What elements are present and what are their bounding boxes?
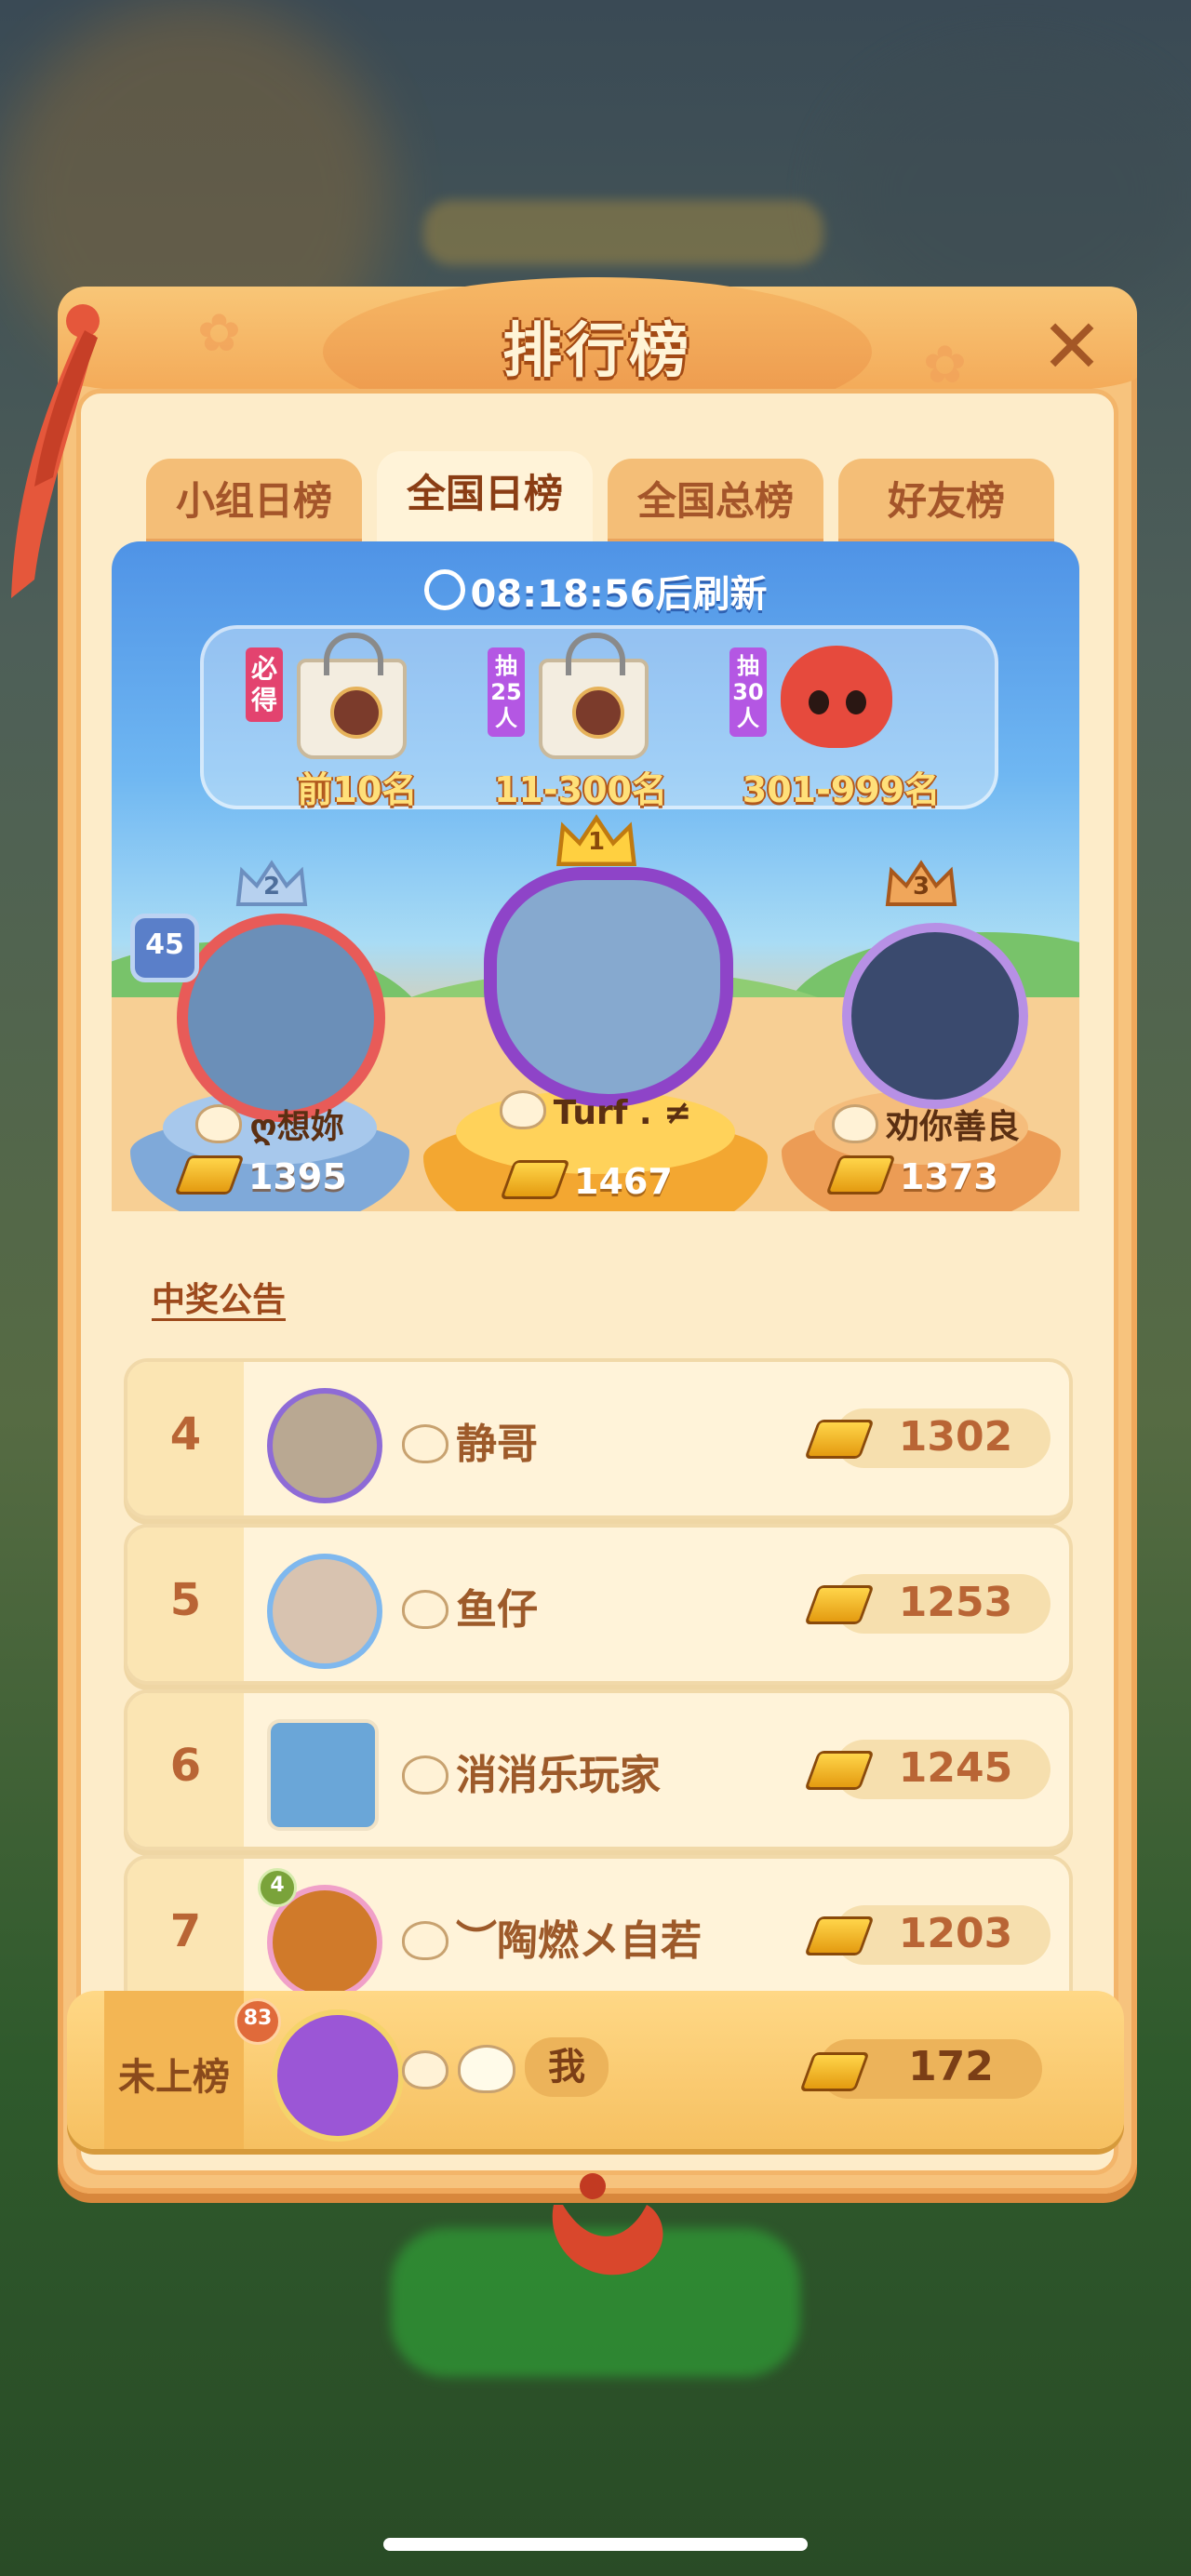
player-score: 1395 <box>174 1155 347 1197</box>
player-name: 鱼仔 <box>402 1576 538 1635</box>
player-name: ︶陶燃メ自若 <box>402 1907 702 1967</box>
gift-bag-icon <box>297 633 407 759</box>
player-score: 1245 <box>898 1744 1013 1792</box>
bunny-icon <box>402 1590 448 1629</box>
list-item[interactable]: 5 鱼仔 1253 <box>124 1524 1073 1685</box>
rank-number: 2 <box>262 873 281 901</box>
my-rank-row[interactable]: 未上榜 83 我 172 <box>67 1991 1124 2149</box>
gold-bar-icon <box>174 1155 245 1195</box>
player-name: 消消乐玩家 <box>402 1742 661 1801</box>
bunny-icon <box>402 1424 448 1463</box>
bunny-icon <box>402 1921 448 1960</box>
avatar[interactable] <box>267 1388 382 1503</box>
rank-number: 7 <box>169 1905 202 1957</box>
list-item[interactable]: 4 静哥 1302 <box>124 1358 1073 1519</box>
player-score: 1203 <box>898 1910 1013 1957</box>
refresh-timer: 08:18:56后刷新 <box>112 564 1079 618</box>
player-name: 静哥 <box>402 1410 538 1470</box>
reward-label: 301-999名 <box>742 769 941 810</box>
rank-number: 6 <box>169 1740 202 1792</box>
ribbon-knot-icon <box>552 2173 663 2276</box>
level-badge: 83 <box>234 1998 281 2045</box>
reward-label: 前10名 <box>297 769 418 810</box>
avatar[interactable] <box>484 867 733 1107</box>
my-name: 我 <box>525 2037 609 2097</box>
player-score: 1373 <box>825 1155 998 1197</box>
tab-national-total[interactable]: 全国总榜 <box>608 459 823 544</box>
level-badge: 4 <box>258 1868 297 1907</box>
my-score: 172 <box>908 2043 994 2090</box>
avatar[interactable] <box>272 2009 404 2142</box>
avatar[interactable] <box>267 1554 382 1669</box>
list-item[interactable]: 6 消消乐玩家 1245 <box>124 1689 1073 1850</box>
reward-label: 11-300名 <box>494 769 667 810</box>
tab-national-daily[interactable]: 全国日榜 <box>377 451 593 544</box>
gold-bar-icon <box>500 1160 570 1199</box>
home-indicator[interactable] <box>383 2538 808 2551</box>
bunny-icon <box>402 2050 448 2089</box>
gift-bag-icon <box>539 633 649 759</box>
fox-plush-icon <box>781 646 892 748</box>
bunny-icon <box>831 1104 878 1143</box>
bunny-icon <box>458 2045 515 2093</box>
player-name: 劝你善良 <box>810 1100 1042 1148</box>
background-title <box>423 200 823 265</box>
reward-tag: 抽30人 <box>729 647 767 737</box>
gold-bar-icon <box>825 1155 896 1195</box>
rank-number: 1 <box>587 828 606 856</box>
avatar[interactable] <box>267 1719 379 1831</box>
reward-tag: 抽25人 <box>488 647 525 737</box>
player-score: 1302 <box>898 1413 1013 1461</box>
avatar[interactable] <box>842 923 1028 1109</box>
player-score: 1467 <box>500 1160 673 1202</box>
bunny-icon <box>402 1755 448 1795</box>
player-name: Turf . ≠ <box>484 1090 707 1132</box>
bunny-icon <box>195 1104 243 1143</box>
reward-tiers: 必得 前10名 抽25人 11-300名 抽30人 301-999名 <box>200 625 998 810</box>
tab-friends[interactable]: 好友榜 <box>838 459 1054 544</box>
rank-number: 5 <box>169 1574 202 1626</box>
avatar[interactable] <box>177 914 385 1122</box>
rank-number: 3 <box>912 873 930 901</box>
player-name: ღ想妳 <box>177 1100 363 1148</box>
tab-bar: 小组日榜 全国日榜 全国总榜 好友榜 <box>146 451 1058 547</box>
level-badge: 45 <box>130 914 199 982</box>
player-score: 1253 <box>898 1579 1013 1626</box>
clock-icon <box>423 569 465 610</box>
page-title: 排行榜 <box>502 317 692 386</box>
my-rank-status: 未上榜 <box>118 2056 230 2099</box>
podium-area: 08:18:56后刷新 必得 前10名 抽25人 11-300名 抽30人 30… <box>112 541 1079 1211</box>
rank-number: 4 <box>169 1408 202 1461</box>
reward-tag: 必得 <box>246 647 283 722</box>
tab-group-daily[interactable]: 小组日榜 <box>146 459 362 544</box>
prize-notice-link[interactable]: 中奖公告 <box>152 1273 286 1321</box>
bunny-icon <box>499 1090 546 1129</box>
close-icon[interactable]: ✕ <box>1035 310 1109 384</box>
